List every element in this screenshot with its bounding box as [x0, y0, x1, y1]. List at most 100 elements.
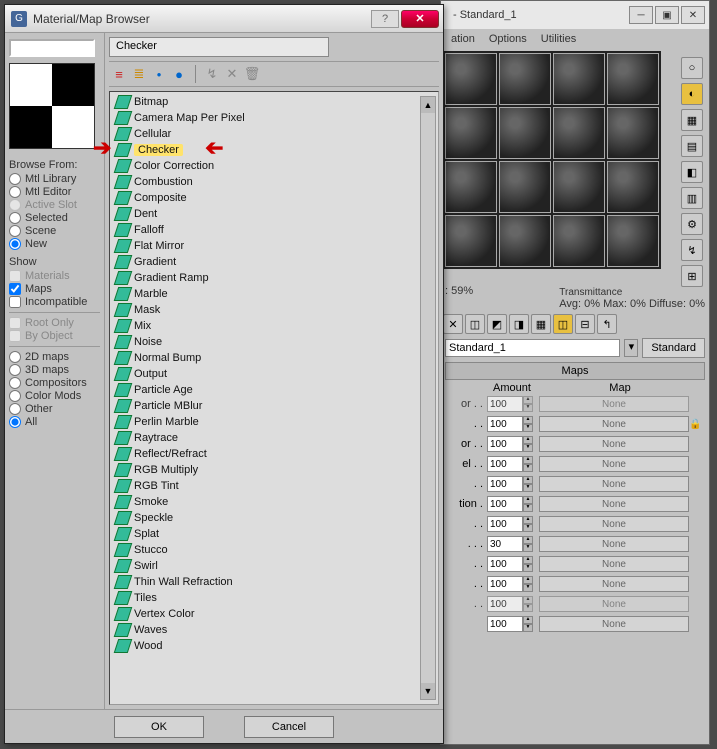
delete-library-icon[interactable]: ✕	[222, 64, 242, 84]
go-parent-icon[interactable]: ↰	[597, 314, 617, 334]
amount-spinner[interactable]: 100	[487, 456, 523, 472]
material-slot[interactable]	[553, 53, 605, 105]
show-end-icon[interactable]: ⊟	[575, 314, 595, 334]
map-list-item[interactable]: Marble	[112, 286, 436, 302]
map-list[interactable]: BitmapCamera Map Per PixelCellularChecke…	[109, 91, 439, 705]
put-scene-icon[interactable]: ◫	[465, 314, 485, 334]
map-list-item[interactable]: Checker	[112, 142, 436, 158]
map-list-item[interactable]: Composite	[112, 190, 436, 206]
map-slot-button[interactable]: None	[539, 456, 689, 472]
options-icon[interactable]: ⚙	[681, 213, 703, 235]
bg-minimize-button[interactable]: ─	[629, 6, 653, 24]
map-list-item[interactable]: Tiles	[112, 590, 436, 606]
material-name-field[interactable]	[445, 339, 620, 357]
map-list-item[interactable]: Mix	[112, 318, 436, 334]
map-slot-button[interactable]: None	[539, 436, 689, 452]
ok-button[interactable]: OK	[114, 716, 204, 738]
spin-up-icon[interactable]: ▲	[523, 476, 533, 484]
material-slot[interactable]	[445, 53, 497, 105]
map-slot-button[interactable]: None	[539, 536, 689, 552]
amount-spinner[interactable]: 100	[487, 576, 523, 592]
category-radio[interactable]: Color Mods	[9, 390, 100, 402]
map-list-item[interactable]: Particle Age	[112, 382, 436, 398]
spin-up-icon[interactable]: ▲	[523, 456, 533, 464]
material-slot[interactable]	[499, 161, 551, 213]
spin-up-icon[interactable]: ▲	[523, 496, 533, 504]
spin-up-icon[interactable]: ▲	[523, 616, 533, 624]
scrollbar[interactable]: ▲ ▼	[420, 96, 436, 700]
map-list-item[interactable]: RGB Tint	[112, 478, 436, 494]
search-input[interactable]	[9, 39, 95, 57]
map-slot-button[interactable]: None	[539, 556, 689, 572]
map-slot-button[interactable]: None	[539, 516, 689, 532]
map-list-item[interactable]: Color Correction	[112, 158, 436, 174]
backlight-icon[interactable]: ◐	[681, 83, 703, 105]
map-list-item[interactable]: Gradient Ramp	[112, 270, 436, 286]
map-list-item[interactable]: Raytrace	[112, 430, 436, 446]
spin-down-icon[interactable]: ▼	[523, 624, 533, 632]
spin-up-icon[interactable]: ▲	[523, 596, 533, 604]
amount-spinner[interactable]: 100	[487, 556, 523, 572]
map-slot-button[interactable]: None	[539, 616, 689, 632]
material-slot[interactable]	[553, 107, 605, 159]
background-icon[interactable]: ▦	[681, 109, 703, 131]
help-button[interactable]: ?	[371, 10, 399, 28]
reset-icon[interactable]: ◨	[509, 314, 529, 334]
map-list-item[interactable]: Dent	[112, 206, 436, 222]
spin-down-icon[interactable]: ▼	[523, 444, 533, 452]
amount-spinner[interactable]: 100	[487, 416, 523, 432]
category-radio[interactable]: Other	[9, 403, 100, 415]
browse-radio[interactable]: Scene	[9, 225, 100, 237]
maps-rollout-header[interactable]: Maps	[445, 362, 705, 380]
video-check-icon[interactable]: ◧	[681, 161, 703, 183]
browse-radio[interactable]: New	[9, 238, 100, 250]
assign-icon[interactable]: ◩	[487, 314, 507, 334]
material-slot[interactable]	[445, 161, 497, 213]
menu-item[interactable]: Utilities	[537, 31, 580, 47]
map-list-item[interactable]: Noise	[112, 334, 436, 350]
map-list-item[interactable]: Mask	[112, 302, 436, 318]
menu-item[interactable]: ation	[447, 31, 479, 47]
show-checkbox[interactable]: Incompatible	[9, 296, 100, 308]
spin-down-icon[interactable]: ▼	[523, 504, 533, 512]
category-radio[interactable]: 2D maps	[9, 351, 100, 363]
category-radio[interactable]: Compositors	[9, 377, 100, 389]
preview-icon[interactable]: ▥	[681, 187, 703, 209]
map-list-item[interactable]: Flat Mirror	[112, 238, 436, 254]
material-map-icon[interactable]: ⊞	[681, 265, 703, 287]
material-slot[interactable]	[553, 161, 605, 213]
scroll-down-icon[interactable]: ▼	[421, 683, 435, 699]
map-slot-button[interactable]: None	[539, 596, 689, 612]
make-copy-icon[interactable]: ▦	[531, 314, 551, 334]
browse-radio[interactable]: Selected	[9, 212, 100, 224]
get-material-icon[interactable]: ✕	[443, 314, 463, 334]
show-map-icon[interactable]: ◫	[553, 314, 573, 334]
map-list-item[interactable]: Camera Map Per Pixel	[112, 110, 436, 126]
amount-spinner[interactable]: 100	[487, 476, 523, 492]
view-small-icon[interactable]: •	[149, 64, 169, 84]
material-slot[interactable]	[499, 215, 551, 267]
material-slot[interactable]	[445, 215, 497, 267]
browse-radio[interactable]: Mtl Editor	[9, 186, 100, 198]
spin-down-icon[interactable]: ▼	[523, 424, 533, 432]
bg-restore-button[interactable]: ▣	[655, 6, 679, 24]
material-slot[interactable]	[607, 161, 659, 213]
map-list-item[interactable]: Reflect/Refract	[112, 446, 436, 462]
select-icon[interactable]: ↯	[681, 239, 703, 261]
map-slot-button[interactable]: None	[539, 416, 689, 432]
bg-close-button[interactable]: ✕	[681, 6, 705, 24]
material-type-button[interactable]: Standard	[642, 338, 705, 358]
spin-up-icon[interactable]: ▲	[523, 556, 533, 564]
scroll-up-icon[interactable]: ▲	[421, 97, 435, 113]
uv-tiling-icon[interactable]: ▤	[681, 135, 703, 157]
map-list-item[interactable]: RGB Multiply	[112, 462, 436, 478]
update-scene-icon[interactable]: ↯	[202, 64, 222, 84]
dropdown-icon[interactable]: ▾	[624, 339, 638, 357]
selected-name-field[interactable]: Checker	[109, 37, 329, 57]
map-list-item[interactable]: Vertex Color	[112, 606, 436, 622]
material-slot[interactable]	[553, 215, 605, 267]
map-list-item[interactable]: Waves	[112, 622, 436, 638]
spin-down-icon[interactable]: ▼	[523, 604, 533, 612]
view-large-icon[interactable]: ●	[169, 64, 189, 84]
map-list-item[interactable]: Thin Wall Refraction	[112, 574, 436, 590]
